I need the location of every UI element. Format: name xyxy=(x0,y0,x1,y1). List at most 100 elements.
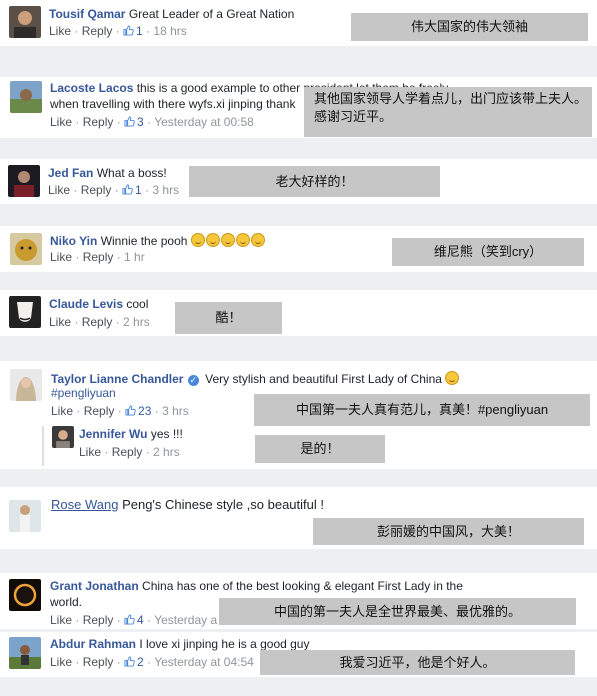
avatar[interactable] xyxy=(9,500,41,532)
reply-link[interactable]: Reply xyxy=(83,655,114,669)
comment: Niko Yin Winnie the pooh Like · Reply · … xyxy=(0,226,597,272)
avatar[interactable] xyxy=(52,426,74,448)
reply-thread-line xyxy=(42,426,44,466)
reply-link[interactable]: Reply xyxy=(82,315,113,329)
translation-line: 感谢习近平。 xyxy=(314,109,393,124)
comment: Lacoste Lacos this is a good example to … xyxy=(0,77,597,138)
avatar[interactable] xyxy=(9,637,41,669)
avatar[interactable] xyxy=(8,165,40,197)
like-link[interactable]: Like xyxy=(49,315,71,329)
timestamp[interactable]: Yesterday at 04:54 xyxy=(154,655,254,669)
comment-text-continued: when travelling with there wyfs.xi jinpi… xyxy=(50,97,296,111)
hashtag-link[interactable]: #pengliyuan xyxy=(51,386,116,401)
comment-thread: Tousif Qamar Great Leader of a Great Nat… xyxy=(0,0,597,696)
thumbs-up-icon[interactable] xyxy=(124,614,135,625)
reply-link[interactable]: Reply xyxy=(82,24,113,38)
like-link[interactable]: Like xyxy=(49,24,71,38)
timestamp[interactable]: 2 hrs xyxy=(123,315,150,329)
timestamp[interactable]: 18 hrs xyxy=(153,24,186,38)
comment-text: yes !!! xyxy=(150,427,183,441)
grinning-emoji-icon xyxy=(190,233,205,247)
grinning-emoji-icon xyxy=(445,371,460,385)
comment-text: Peng's Chinese style ,so beautiful ! xyxy=(122,497,324,512)
avatar[interactable] xyxy=(9,6,41,38)
comment: Tousif Qamar Great Leader of a Great Nat… xyxy=(0,0,597,46)
author-name[interactable]: Abdur Rahman xyxy=(50,637,136,651)
avatar[interactable] xyxy=(10,369,42,401)
like-link[interactable]: Like xyxy=(50,250,72,264)
author-name[interactable]: Rose Wang xyxy=(51,497,118,512)
comment: Abdur Rahman I love xi jinping he is a g… xyxy=(0,632,597,677)
comment: Taylor Lianne Chandler ✓ Very stylish an… xyxy=(0,361,597,469)
like-count: 3 xyxy=(137,115,144,129)
translation-box: 其他国家领导人学着点儿，出门应该带上夫人。 感谢习近平。 xyxy=(304,87,592,137)
avatar[interactable] xyxy=(10,233,42,265)
translation-box: 中国第一夫人真有范儿，真美！#pengliyuan xyxy=(254,394,590,426)
author-name[interactable]: Claude Levis xyxy=(49,297,123,311)
thumbs-up-icon[interactable] xyxy=(123,25,134,36)
timestamp[interactable]: 1 hr xyxy=(124,250,145,264)
grinning-emoji-icon xyxy=(220,233,235,247)
comment-text: Very stylish and beautiful First Lady of… xyxy=(205,372,442,386)
translation-box: 是的！ xyxy=(255,435,385,463)
comment: Rose Wang Peng's Chinese style ,so beaut… xyxy=(0,487,597,549)
translation-line: 其他国家领导人学着点儿，出门应该带上夫人。 xyxy=(314,91,588,106)
translation-box: 中国的第一夫人是全世界最美、最优雅的。 xyxy=(219,598,576,625)
grinning-emoji-icon xyxy=(235,233,250,247)
like-link[interactable]: Like xyxy=(48,183,70,197)
like-count: 4 xyxy=(137,613,144,627)
grinning-emoji-icon xyxy=(205,233,220,247)
timestamp[interactable]: 3 hrs xyxy=(162,404,189,418)
comment: Jed Fan What a boss! Like · Reply · 1 · … xyxy=(0,159,597,204)
comment-text-continued: world. xyxy=(50,595,83,609)
reply-link[interactable]: Reply xyxy=(83,250,114,264)
like-link[interactable]: Like xyxy=(51,404,73,418)
timestamp[interactable]: 2 hrs xyxy=(153,445,180,459)
like-link[interactable]: Like xyxy=(79,445,101,459)
like-count: 1 xyxy=(135,183,142,197)
translation-box: 彭丽媛的中国风，大美！ xyxy=(313,518,584,545)
reply-link[interactable]: Reply xyxy=(84,404,115,418)
like-count: 1 xyxy=(136,24,143,38)
avatar[interactable] xyxy=(10,81,42,113)
author-name[interactable]: Taylor Lianne Chandler xyxy=(51,372,183,386)
reply-link[interactable]: Reply xyxy=(81,183,112,197)
translation-box: 维尼熊（笑到cry） xyxy=(392,238,584,266)
author-name[interactable]: Jennifer Wu xyxy=(79,427,147,441)
comment-text: Winnie the pooh xyxy=(100,234,188,248)
author-name[interactable]: Niko Yin xyxy=(50,234,97,248)
like-link[interactable]: Like xyxy=(50,613,72,627)
comment: Claude Levis cool Like · Reply · 2 hrs 酷… xyxy=(0,290,597,336)
timestamp[interactable]: 3 hrs xyxy=(152,183,179,197)
like-link[interactable]: Like xyxy=(50,655,72,669)
like-count: 2 xyxy=(137,655,144,669)
comment-text: What a boss! xyxy=(96,166,167,180)
thumbs-up-icon[interactable] xyxy=(124,116,135,127)
reply-link[interactable]: Reply xyxy=(83,613,114,627)
reply-link[interactable]: Reply xyxy=(83,115,114,129)
grinning-emoji-icon xyxy=(250,233,265,247)
translation-box: 我爱习近平，他是个好人。 xyxy=(260,650,575,675)
avatar[interactable] xyxy=(9,579,41,611)
like-link[interactable]: Like xyxy=(50,115,72,129)
author-name[interactable]: Lacoste Lacos xyxy=(50,81,133,95)
verified-badge-icon: ✓ xyxy=(187,375,199,386)
avatar[interactable] xyxy=(9,296,41,328)
translation-box: 伟大国家的伟大领袖 xyxy=(351,13,588,41)
timestamp[interactable]: Yesterday at 00:58 xyxy=(154,115,254,129)
thumbs-up-icon[interactable] xyxy=(124,656,135,667)
comment-text: China has one of the best looking & eleg… xyxy=(142,579,463,593)
comment-text: I love xi jinping he is a good guy xyxy=(139,637,310,651)
author-name[interactable]: Grant Jonathan xyxy=(50,579,139,593)
thumbs-up-icon[interactable] xyxy=(125,405,136,416)
comment: Grant Jonathan China has one of the best… xyxy=(0,573,597,629)
author-name[interactable]: Jed Fan xyxy=(48,166,93,180)
comment-text: cool xyxy=(126,297,149,311)
thumbs-up-icon[interactable] xyxy=(122,184,133,195)
translation-box: 老大好样的！ xyxy=(189,166,440,197)
timestamp[interactable]: Yesterday a xyxy=(154,613,217,627)
translation-box: 酷！ xyxy=(175,302,282,334)
author-name[interactable]: Tousif Qamar xyxy=(49,7,125,21)
reply-link[interactable]: Reply xyxy=(112,445,143,459)
comment-text: Great Leader of a Great Nation xyxy=(128,7,295,21)
